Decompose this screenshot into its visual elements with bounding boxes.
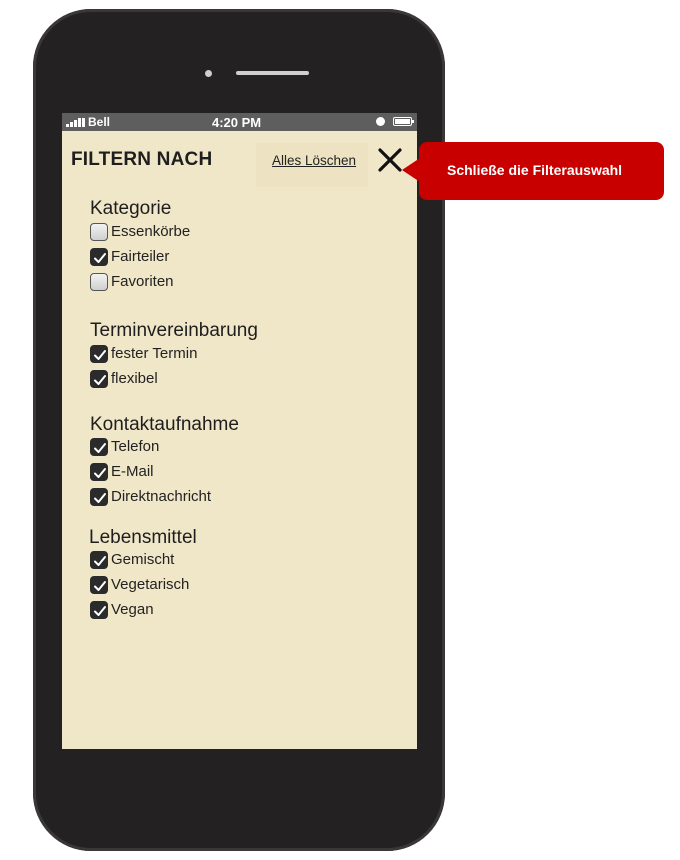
checkbox-unchecked[interactable] <box>90 273 108 291</box>
annotation-callout: Schließe die Filterauswahl <box>402 142 664 200</box>
filter-option-label: Fairteiler <box>111 248 170 265</box>
checkbox-checked[interactable] <box>90 345 108 363</box>
battery-icon <box>393 117 414 126</box>
checkbox-checked[interactable] <box>90 601 108 619</box>
front-camera <box>205 70 212 77</box>
filter-option-label: fester Termin <box>111 345 198 362</box>
signal-icon <box>66 118 88 127</box>
filter-group-title: Lebensmittel <box>89 527 197 548</box>
checkbox-checked[interactable] <box>90 438 108 456</box>
callout-text: Schließe die Filterauswahl <box>447 162 623 178</box>
filter-option-label: Telefon <box>111 438 160 455</box>
filter-option-label: E-Mail <box>111 463 154 480</box>
checkbox-checked[interactable] <box>90 488 108 506</box>
page-title: FILTERN NACH <box>71 149 213 170</box>
clear-all-link[interactable]: Alles Löschen <box>256 143 368 187</box>
checkmark-icon <box>94 493 106 503</box>
checkbox-checked[interactable] <box>90 551 108 569</box>
checkbox-checked[interactable] <box>90 370 108 388</box>
checkmark-icon <box>94 375 106 385</box>
filter-group-title: Kontaktaufnahme <box>90 414 239 435</box>
alarm-icon <box>376 117 385 126</box>
filter-screen: Bell 4:20 PM FILTERN NACH Alles Löschen … <box>62 113 417 749</box>
checkbox-checked[interactable] <box>90 463 108 481</box>
checkmark-icon <box>94 443 106 453</box>
checkbox-checked[interactable] <box>90 248 108 266</box>
filter-group-title: Kategorie <box>90 198 172 219</box>
checkmark-icon <box>94 581 106 591</box>
close-icon <box>378 148 402 172</box>
filter-option-label: Vegetarisch <box>111 576 190 593</box>
carrier-name: Bell <box>88 115 111 129</box>
filter-option-label: flexibel <box>111 370 158 387</box>
filter-option-label: Direktnachricht <box>111 488 212 505</box>
checkbox-unchecked[interactable] <box>90 223 108 241</box>
close-button[interactable] <box>375 145 405 175</box>
checkmark-icon <box>94 468 106 478</box>
checkmark-icon <box>94 253 106 263</box>
earpiece-speaker <box>236 71 309 75</box>
checkmark-icon <box>94 350 106 360</box>
checkmark-icon <box>94 606 106 616</box>
filter-option-label: Gemischt <box>111 551 175 568</box>
checkmark-icon <box>94 556 106 566</box>
checkbox-checked[interactable] <box>90 576 108 594</box>
status-bar: Bell 4:20 PM <box>62 113 417 131</box>
status-time: 4:20 PM <box>212 115 262 130</box>
filter-group-title: Terminvereinbarung <box>90 320 258 341</box>
filter-option-label: Essenkörbe <box>111 223 191 240</box>
filter-option-label: Vegan <box>111 601 154 618</box>
filter-option-label: Favoriten <box>111 273 174 290</box>
